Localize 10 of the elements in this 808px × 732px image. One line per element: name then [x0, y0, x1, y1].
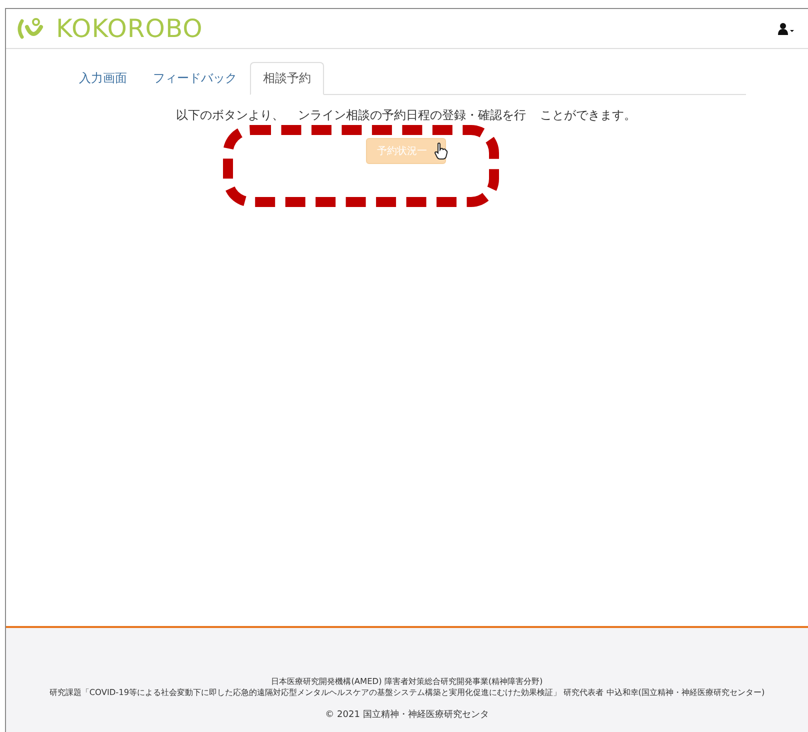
tab[interactable]: 相談予約	[250, 62, 324, 95]
instruction-text: 以下のボタンより、	[176, 107, 284, 124]
logo-text: KOKOROBO	[56, 14, 203, 43]
user-menu-button[interactable]	[776, 20, 796, 36]
instruction-text: ンライン相談の予約日程の登録・確認を行	[298, 107, 526, 124]
instruction-text: ことができます。	[540, 107, 636, 124]
footer-text: 日本医療研究開発機構(AMED) 障害者対策総合研究開発事業(精神障害分野)	[271, 676, 543, 687]
hand-cursor-icon	[434, 142, 448, 160]
copyright-text: © 2021 国立精神・神経医療研究センタ	[325, 708, 489, 721]
footer-text: 研究課題「COVID-19等による社会変動下に即した応急的遠隔対応型メンタルヘルスケアの基盤システム構築と実用化促進にむけた効果検証」 研究代表者 中込和幸(国立精神・神経医療研究センター)	[49, 687, 765, 698]
